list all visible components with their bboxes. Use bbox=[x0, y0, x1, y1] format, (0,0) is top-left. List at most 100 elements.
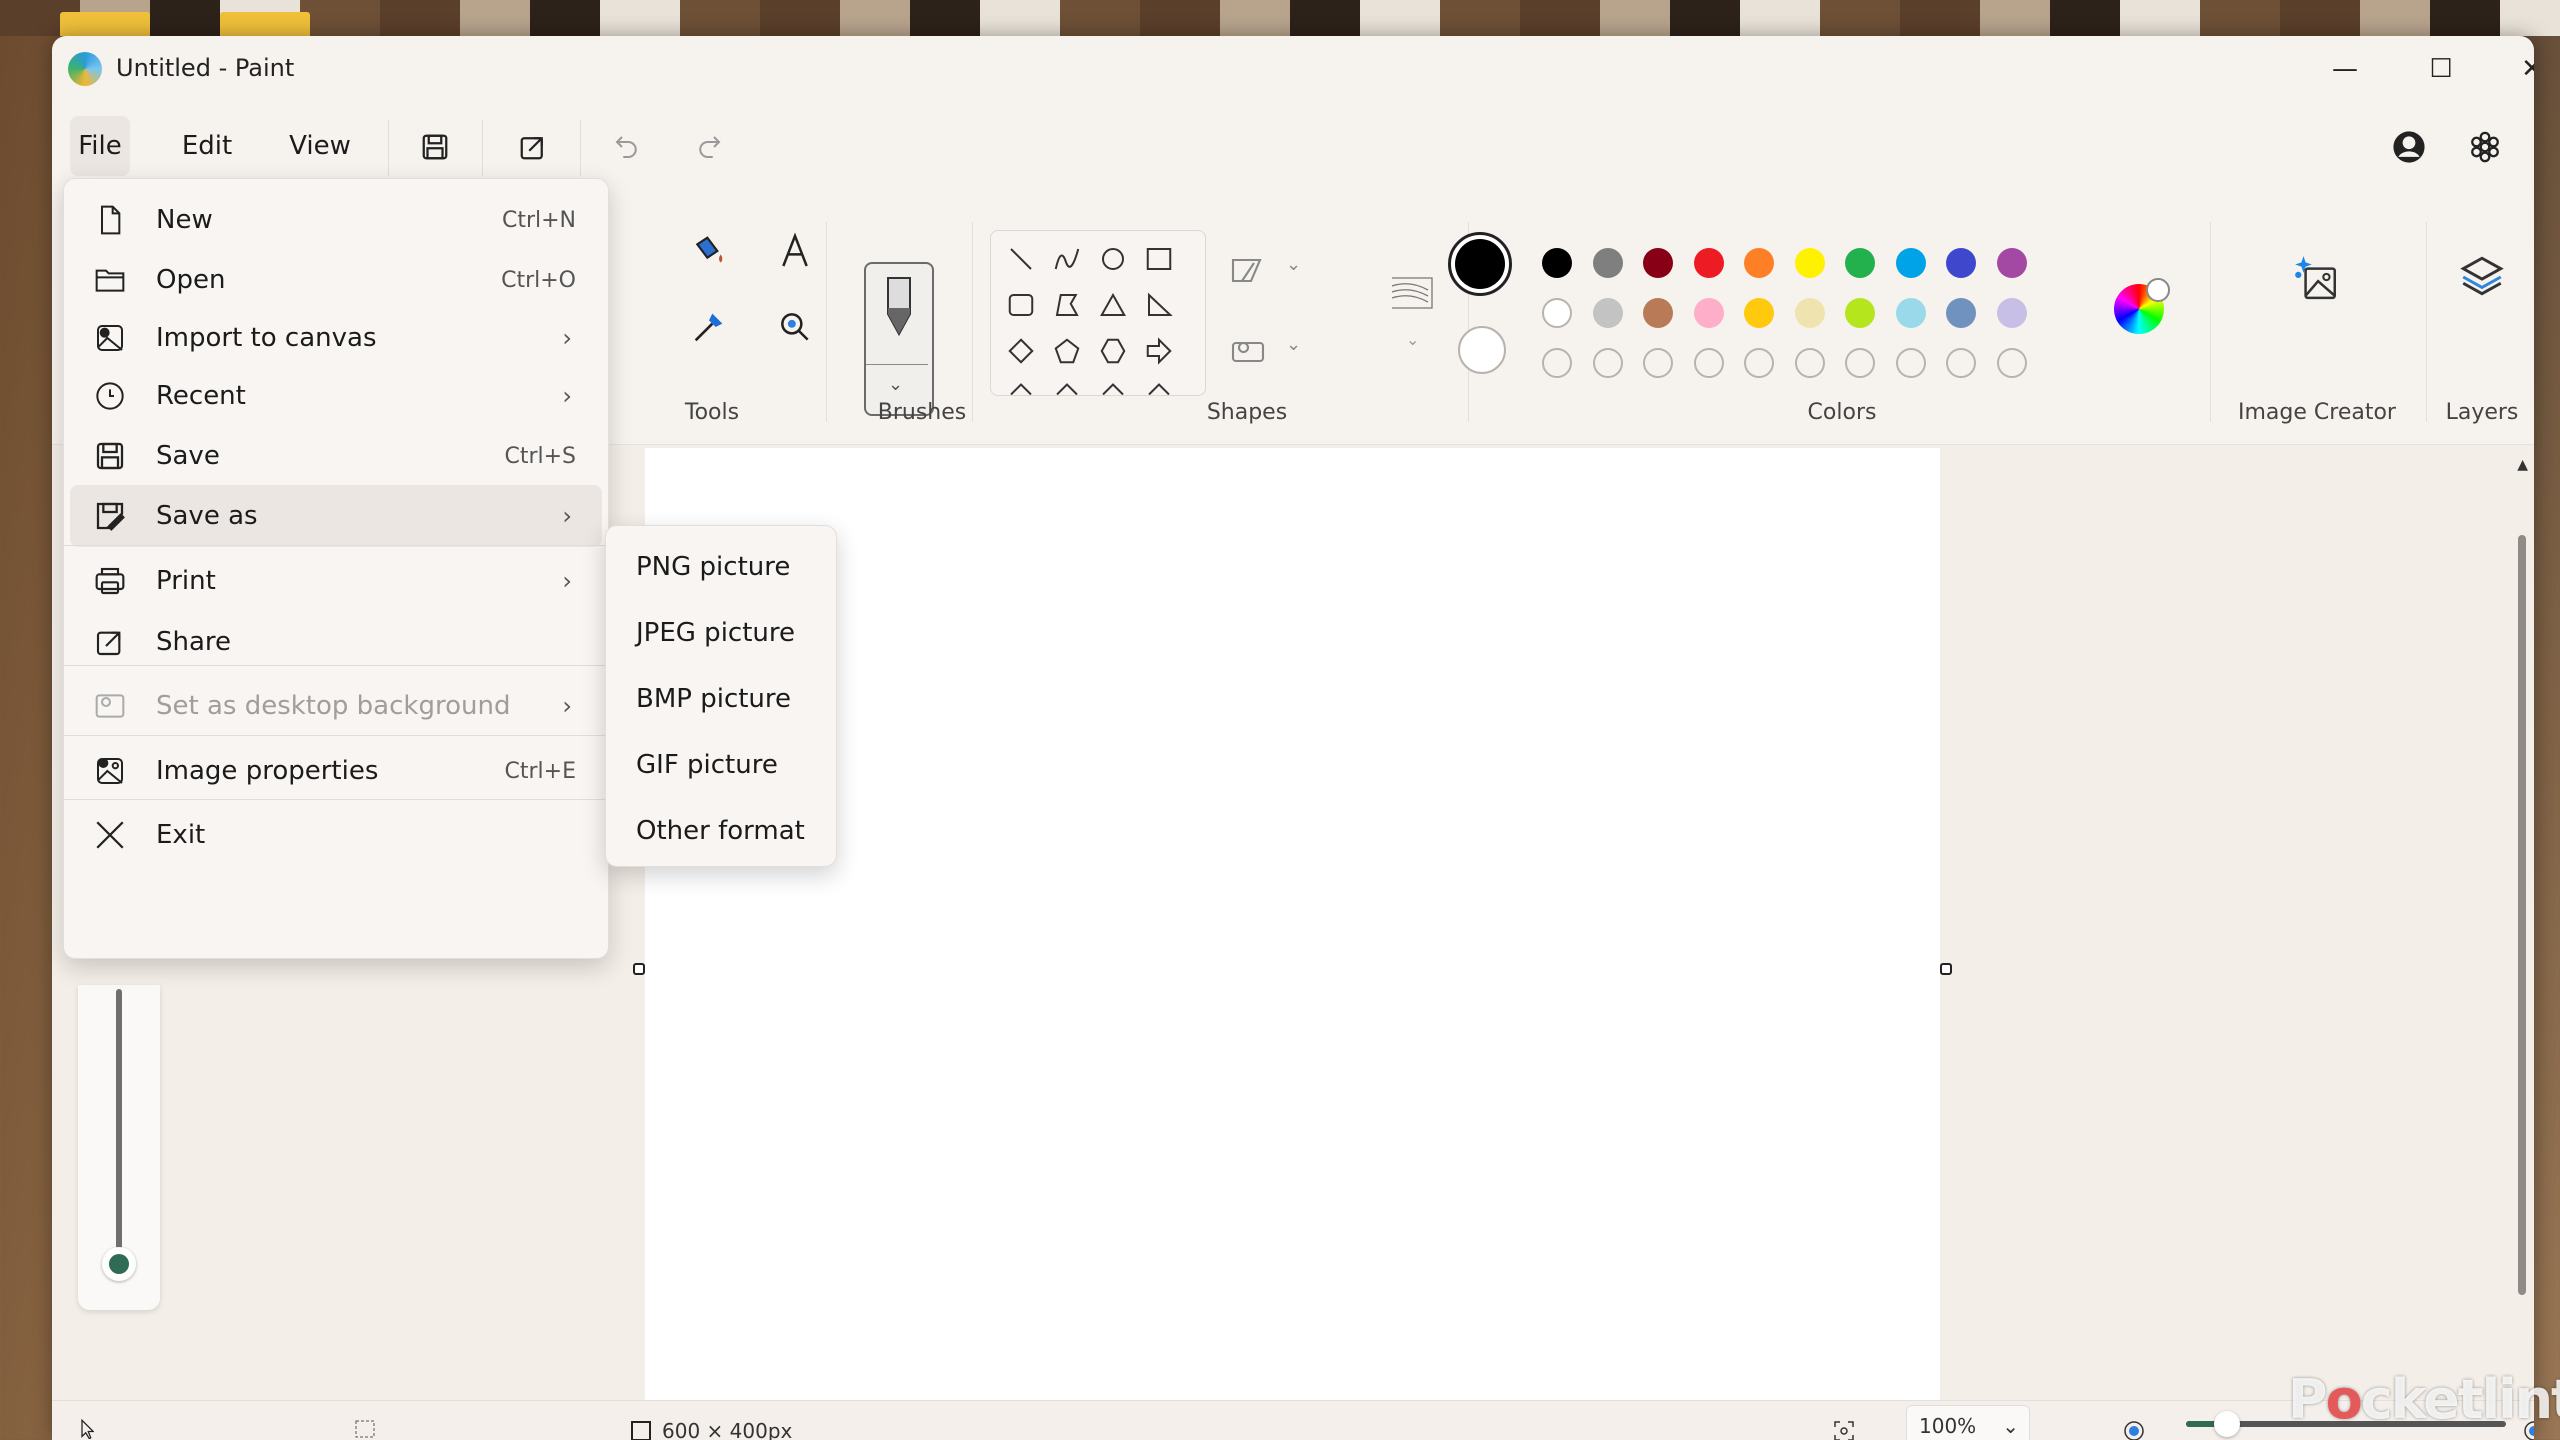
account-icon[interactable] bbox=[2386, 124, 2432, 170]
shape-rectangle-icon[interactable] bbox=[1139, 239, 1179, 279]
color-swatch[interactable] bbox=[1996, 248, 2027, 278]
file-menu-item-save[interactable]: Save Ctrl+S bbox=[70, 425, 602, 487]
file-menu-item-print[interactable]: Print › bbox=[70, 550, 602, 612]
color-swatch[interactable] bbox=[1643, 248, 1673, 278]
fit-to-window-icon[interactable] bbox=[1832, 1419, 1856, 1440]
save-as-jpeg-picture[interactable]: JPEG picture bbox=[612, 604, 830, 662]
color-swatch[interactable] bbox=[1794, 298, 1825, 328]
custom-color-slot[interactable] bbox=[1744, 348, 1774, 378]
color-swatch[interactable] bbox=[1794, 248, 1825, 278]
shape-right-arrow-icon[interactable] bbox=[1139, 331, 1179, 371]
file-menu-item-image-properties[interactable]: Image properties Ctrl+E bbox=[70, 740, 602, 802]
file-menu-item-recent[interactable]: Recent › bbox=[70, 365, 602, 427]
custom-color-slot[interactable] bbox=[1794, 348, 1825, 378]
chevron-down-icon[interactable]: ⌄ bbox=[1406, 330, 1419, 349]
color-swatch[interactable] bbox=[1744, 248, 1774, 278]
shape-right-triangle-icon[interactable] bbox=[1139, 285, 1179, 325]
fill-icon[interactable] bbox=[682, 224, 736, 278]
chevron-down-icon[interactable]: ⌄ bbox=[1286, 254, 1301, 275]
shape-hexagon-icon[interactable] bbox=[1093, 331, 1133, 371]
save-as-gif-picture[interactable]: GIF picture bbox=[612, 736, 830, 794]
shape-diamond-icon[interactable] bbox=[1001, 331, 1041, 371]
image-creator-button[interactable] bbox=[2246, 252, 2386, 322]
zoom-slider-thumb[interactable] bbox=[2214, 1411, 2240, 1437]
resize-handle-right[interactable] bbox=[1940, 963, 1952, 975]
shape-line-icon[interactable] bbox=[1001, 239, 1041, 279]
color-swatch[interactable] bbox=[1845, 248, 1875, 278]
color-swatch[interactable] bbox=[1996, 298, 2027, 328]
shape-triangle-icon[interactable] bbox=[1093, 285, 1133, 325]
maximize-button[interactable]: ☐ bbox=[2406, 46, 2476, 92]
color-swatch[interactable] bbox=[1946, 248, 1976, 278]
settings-icon[interactable] bbox=[2462, 124, 2508, 170]
custom-color-slot[interactable] bbox=[1643, 348, 1673, 378]
custom-color-slot[interactable] bbox=[1996, 348, 2027, 378]
resize-handle-left[interactable] bbox=[633, 963, 645, 975]
brush-size-slider[interactable] bbox=[116, 989, 122, 1249]
color-swatch[interactable] bbox=[1592, 248, 1623, 278]
color-picker-icon[interactable] bbox=[682, 300, 736, 354]
primary-color[interactable] bbox=[1448, 232, 1512, 296]
edit-colors-button[interactable] bbox=[2114, 278, 2170, 334]
color-swatch[interactable] bbox=[1542, 298, 1572, 328]
secondary-color[interactable] bbox=[1458, 326, 1506, 374]
save-as-bmp-picture[interactable]: BMP picture bbox=[612, 670, 830, 728]
outline-icon[interactable] bbox=[1230, 254, 1266, 284]
save-icon[interactable] bbox=[412, 124, 458, 170]
file-menu-item-import-to-canvas[interactable]: Import to canvas › bbox=[70, 307, 602, 369]
save-as-png-picture[interactable]: PNG picture bbox=[612, 538, 830, 596]
brush-size-thumb[interactable] bbox=[102, 1247, 136, 1281]
shape-oval-icon[interactable] bbox=[1093, 239, 1133, 279]
shape-more-icon[interactable] bbox=[1001, 377, 1041, 395]
color-swatch[interactable] bbox=[1643, 298, 1673, 328]
shape-pentagon-icon[interactable] bbox=[1047, 331, 1087, 371]
shape-more-icon[interactable] bbox=[1139, 377, 1179, 395]
color-swatch[interactable] bbox=[1744, 298, 1774, 328]
custom-color-slot[interactable] bbox=[1946, 348, 1976, 378]
shape-size-icon[interactable] bbox=[1388, 272, 1436, 312]
color-swatch[interactable] bbox=[1693, 248, 1724, 278]
file-menu-item-exit[interactable]: Exit bbox=[70, 804, 602, 866]
shape-more-icon[interactable] bbox=[1093, 377, 1133, 395]
brushes-button[interactable]: ⌄ bbox=[864, 262, 934, 416]
file-menu-item-open[interactable]: Open Ctrl+O bbox=[70, 249, 602, 311]
shape-curve-icon[interactable] bbox=[1047, 239, 1087, 279]
save-as-other-format[interactable]: Other format bbox=[612, 802, 830, 860]
zoom-dropdown[interactable]: 100% ⌄ bbox=[1906, 1405, 2030, 1440]
magnifier-icon[interactable] bbox=[768, 300, 822, 354]
menu-file[interactable]: File bbox=[70, 116, 130, 176]
custom-color-slot[interactable] bbox=[1895, 348, 1926, 378]
menu-edit[interactable]: Edit bbox=[172, 116, 242, 176]
color-swatch[interactable] bbox=[1542, 248, 1572, 278]
file-menu-item-new[interactable]: New Ctrl+N bbox=[70, 189, 602, 251]
custom-color-slot[interactable] bbox=[1845, 348, 1875, 378]
custom-color-slot[interactable] bbox=[1693, 348, 1724, 378]
color-swatch[interactable] bbox=[1845, 298, 1875, 328]
text-icon[interactable] bbox=[768, 224, 822, 278]
shape-polygon-icon[interactable] bbox=[1047, 285, 1087, 325]
color-swatch[interactable] bbox=[1946, 298, 1976, 328]
color-swatch[interactable] bbox=[1895, 298, 1926, 328]
undo-icon[interactable] bbox=[604, 124, 650, 170]
color-swatch[interactable] bbox=[1592, 298, 1623, 328]
close-window-button[interactable]: ✕ bbox=[2502, 46, 2534, 92]
drawing-canvas[interactable] bbox=[645, 448, 1940, 1438]
file-menu-item-save-as[interactable]: Save as › bbox=[70, 485, 602, 547]
custom-color-slot[interactable] bbox=[1542, 348, 1572, 378]
shape-rounded-rectangle-icon[interactable] bbox=[1001, 285, 1041, 325]
color-swatch[interactable] bbox=[1895, 248, 1926, 278]
custom-color-slot[interactable] bbox=[1592, 348, 1623, 378]
minimize-button[interactable]: — bbox=[2310, 46, 2380, 92]
redo-icon[interactable] bbox=[686, 124, 732, 170]
scroll-up-arrow[interactable]: ▲ bbox=[2517, 457, 2528, 473]
chevron-down-icon[interactable]: ⌄ bbox=[1286, 334, 1301, 355]
file-menu-item-share[interactable]: Share bbox=[70, 611, 602, 673]
color-swatch[interactable] bbox=[1693, 298, 1724, 328]
zoom-out-icon[interactable] bbox=[2122, 1419, 2146, 1440]
menu-view[interactable]: View bbox=[280, 116, 360, 176]
share-icon[interactable] bbox=[510, 124, 556, 170]
fill-style-icon[interactable] bbox=[1230, 334, 1266, 364]
vertical-scrollbar[interactable] bbox=[2518, 535, 2526, 1295]
shape-more-icon[interactable] bbox=[1047, 377, 1087, 395]
layers-button[interactable] bbox=[2442, 252, 2522, 322]
